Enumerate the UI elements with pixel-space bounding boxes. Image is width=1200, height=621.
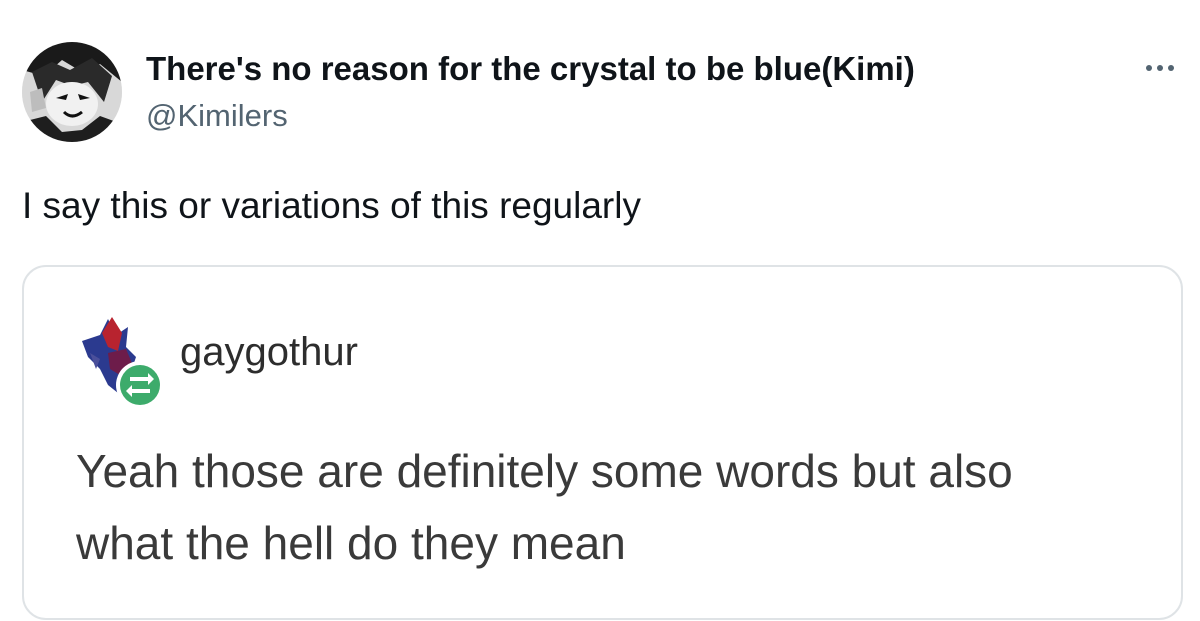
more-options-button[interactable]: [1136, 56, 1184, 80]
more-horizontal-icon: [1146, 65, 1152, 71]
more-horizontal-icon: [1168, 65, 1174, 71]
display-name[interactable]: There's no reason for the crystal to be …: [146, 50, 915, 88]
avatar-image: [22, 42, 122, 142]
tweet[interactable]: There's no reason for the crystal to be …: [0, 0, 1200, 621]
quoted-avatar-image: [82, 317, 164, 409]
quoted-body-line: Yeah those are definitely some words but…: [76, 445, 1013, 497]
avatar[interactable]: [22, 42, 122, 142]
quoted-avatar: [78, 313, 188, 413]
quoted-body: Yeah those are definitely some words but…: [76, 435, 1166, 579]
quoted-body-line: what the hell do they mean: [76, 517, 626, 569]
more-horizontal-icon: [1157, 65, 1163, 71]
reblog-icon: [120, 365, 160, 405]
tweet-text: I say this or variations of this regular…: [22, 185, 641, 226]
quoted-username: gaygothur: [180, 330, 358, 374]
user-handle[interactable]: @Kimilers: [146, 98, 288, 134]
quoted-post-card[interactable]: gaygothur Yeah those are definitely some…: [22, 265, 1183, 620]
